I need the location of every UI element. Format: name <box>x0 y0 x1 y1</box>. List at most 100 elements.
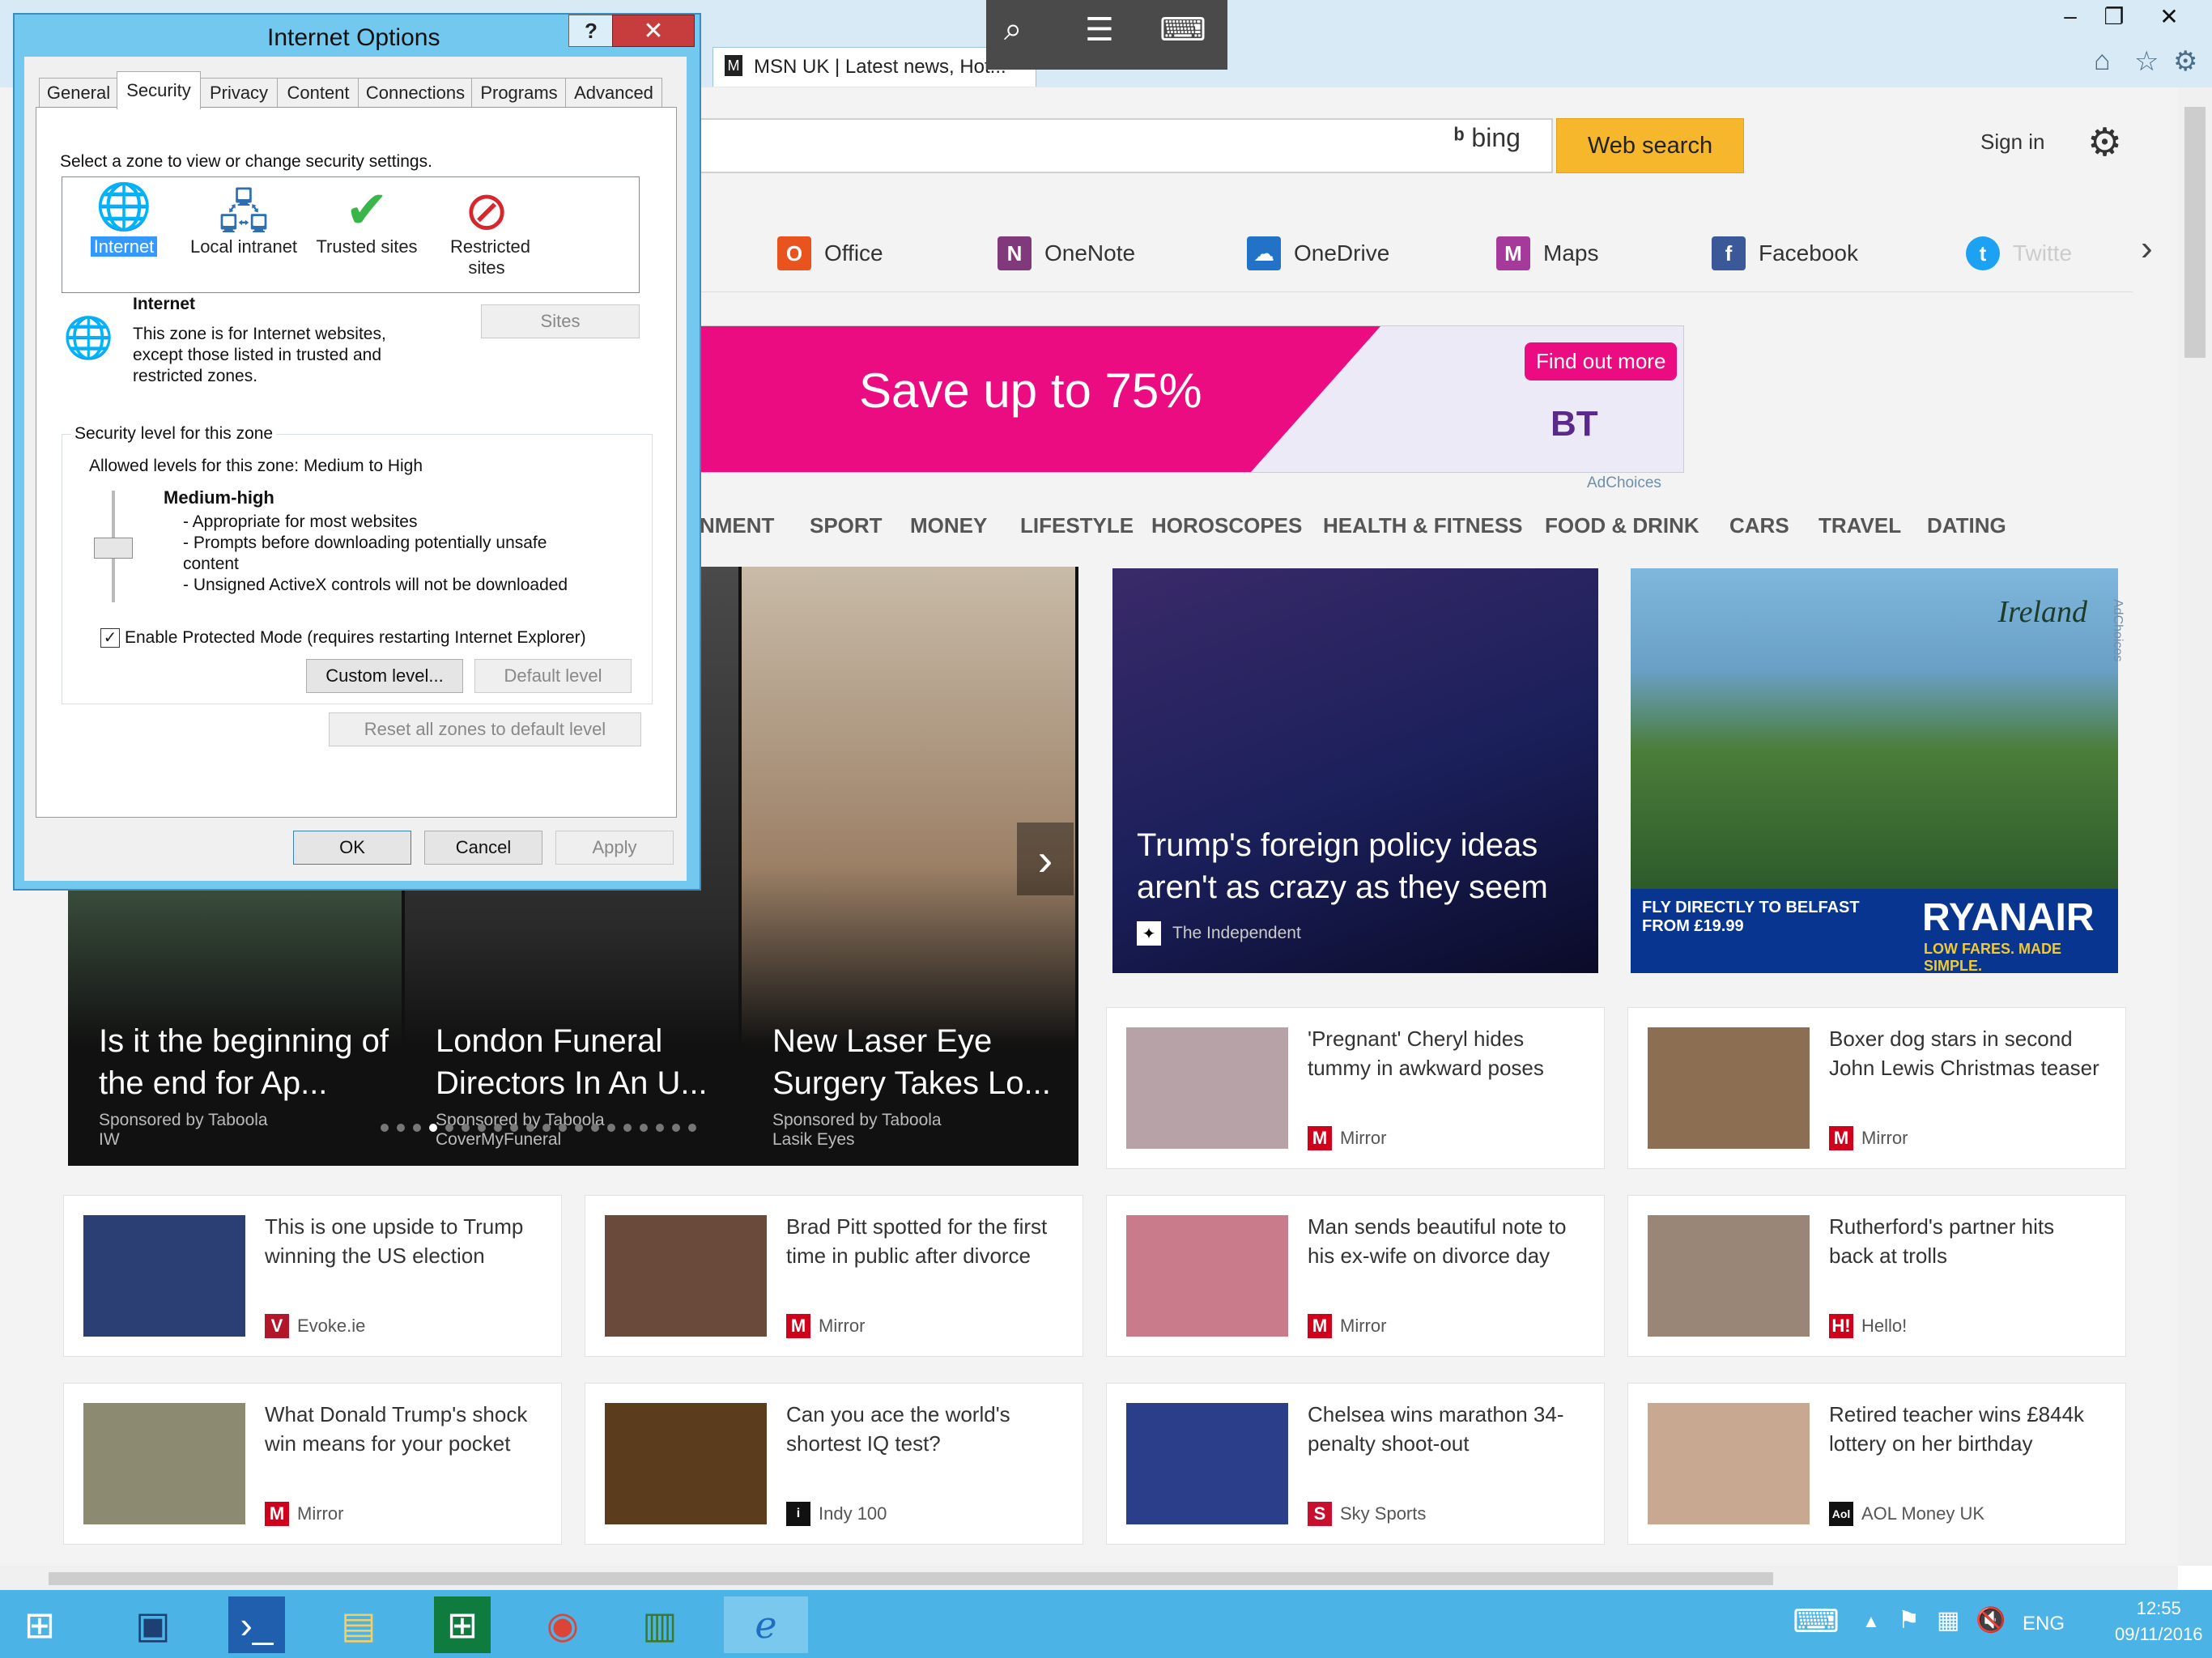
news-card[interactable]: Rutherford's partner hits back at trolls… <box>1627 1195 2126 1357</box>
tab-connections[interactable]: Connections <box>358 78 473 108</box>
tab-programs[interactable]: Programs <box>471 78 567 108</box>
nav-lifestyle[interactable]: LIFESTYLE <box>1020 513 1134 538</box>
home-icon[interactable]: ⌂ <box>2094 45 2111 77</box>
app-link-onenote[interactable]: N OneNote <box>998 236 1135 270</box>
zone-local-intranet[interactable]: 🖧 Local intranet <box>183 180 304 257</box>
tray-chevron-icon[interactable]: ▲ <box>1862 1611 1880 1632</box>
security-slider-thumb[interactable] <box>94 538 133 559</box>
mirror-logo-icon: M <box>1308 1126 1332 1150</box>
adchoices-link[interactable]: AdChoices <box>1587 474 1661 492</box>
ryanair-ad[interactable]: Ireland FLY DIRECTLY TO BELFAST FROM £19… <box>1631 568 2118 973</box>
nav-money[interactable]: MONEY <box>910 513 987 538</box>
adchoices-vertical-link[interactable]: AdChoices <box>2110 599 2125 661</box>
powershell-icon[interactable]: ›_ <box>228 1596 285 1653</box>
internet-explorer-icon[interactable]: ℯ <box>724 1596 808 1653</box>
search-input[interactable] <box>700 118 1553 173</box>
clock[interactable]: 12:55 09/11/2016 <box>2115 1598 2202 1645</box>
card-source: M Mirror <box>265 1502 343 1526</box>
news-card[interactable]: Chelsea wins marathon 34-penalty shoot-o… <box>1106 1383 1605 1545</box>
card-source-label: Mirror <box>1861 1128 1908 1148</box>
speaker-icon[interactable]: 🔇 <box>1976 1606 2006 1635</box>
app-link-twitter[interactable]: t Twitte <box>1966 236 2072 270</box>
bt-ad-banner[interactable]: Save up to 75% Find out more BT <box>700 325 1684 473</box>
horizontal-scrollbar[interactable] <box>0 1566 2178 1590</box>
keyboard-icon[interactable]: ⌨ <box>1159 11 1206 49</box>
news-card[interactable]: Man sends beautiful note to his ex-wife … <box>1106 1195 1605 1357</box>
star-icon[interactable]: ☆ <box>2134 45 2159 78</box>
thumbnail <box>1648 1027 1810 1149</box>
news-card[interactable]: Brad Pitt spotted for the first time in … <box>585 1195 1083 1357</box>
cancel-button[interactable]: Cancel <box>424 831 542 865</box>
carousel-dots[interactable] <box>381 1124 696 1132</box>
minimize-button[interactable]: – <box>2045 0 2095 32</box>
zoom-icon[interactable]: ⌕ <box>1004 11 1022 48</box>
help-button[interactable]: ? <box>568 15 614 47</box>
nav-sport[interactable]: SPORT <box>810 513 883 538</box>
menu-icon[interactable]: ☰ <box>1085 11 1114 49</box>
file-explorer-icon[interactable]: ▤ <box>330 1596 387 1653</box>
scrollbar-thumb[interactable] <box>2184 107 2206 358</box>
touch-keyboard-icon[interactable]: ⌨ <box>1793 1603 1840 1640</box>
evoke-logo-icon: V <box>265 1314 289 1338</box>
carousel-next-chevron-icon[interactable]: › <box>1017 823 1074 895</box>
nav-dating[interactable]: DATING <box>1927 513 2006 538</box>
store-icon[interactable]: ⊞ <box>434 1596 491 1653</box>
windows-start-icon[interactable]: ⊞ <box>11 1596 68 1653</box>
web-search-button[interactable]: Web search <box>1556 118 1744 173</box>
zone-restricted-sites[interactable]: ⊘ Restricted sites <box>426 180 547 278</box>
security-level-group-label: Security level for this zone <box>71 424 277 444</box>
news-card[interactable]: 'Pregnant' Cheryl hides tummy in awkward… <box>1106 1007 1605 1169</box>
intranet-icon: 🖧 <box>218 186 270 237</box>
news-card[interactable]: What Donald Trump's shock win means for … <box>63 1383 562 1545</box>
default-level-button[interactable]: Default level <box>474 659 632 693</box>
feature-story[interactable]: Trump's foreign policy ideas aren't as c… <box>1112 568 1598 973</box>
protected-mode-checkbox[interactable]: ✓ <box>100 628 120 648</box>
vertical-scrollbar[interactable] <box>2178 87 2212 1566</box>
flag-icon[interactable]: ⚑ <box>1898 1606 1920 1635</box>
nav-food-drink[interactable]: FOOD & DRINK <box>1545 513 1699 538</box>
find-out-more-button[interactable]: Find out more <box>1525 342 1678 380</box>
news-card[interactable]: Can you ace the world's shortest IQ test… <box>585 1383 1083 1545</box>
reset-all-zones-button[interactable]: Reset all zones to default level <box>329 712 641 746</box>
nav-health-fitness[interactable]: HEALTH & FITNESS <box>1323 513 1523 538</box>
settings-gear-icon[interactable]: ⚙ <box>2087 120 2122 165</box>
utility-icon[interactable]: ▥ <box>632 1596 688 1653</box>
tab-advanced[interactable]: Advanced <box>565 78 662 108</box>
tab-general[interactable]: General <box>39 78 118 108</box>
hello-logo-icon: H! <box>1829 1314 1853 1338</box>
app-link-onedrive[interactable]: ☁ OneDrive <box>1247 236 1389 270</box>
apps-next-chevron-icon[interactable]: › <box>2141 228 2153 269</box>
language-indicator[interactable]: ENG <box>2023 1613 2065 1635</box>
app-link-office[interactable]: O Office <box>777 236 883 270</box>
tab-security[interactable]: Security <box>117 71 201 109</box>
zone-internet[interactable]: 🌐 Internet <box>63 180 185 257</box>
nav-travel[interactable]: TRAVEL <box>1819 513 1901 538</box>
tab-content[interactable]: Content <box>277 78 359 108</box>
nav-horoscopes[interactable]: HOROSCOPES <box>1151 513 1302 538</box>
restore-button[interactable]: ❐ <box>2089 0 2139 32</box>
close-window-button[interactable]: ✕ <box>2144 0 2194 32</box>
nav-cars[interactable]: CARS <box>1729 513 1789 538</box>
chrome-icon[interactable]: ◉ <box>534 1596 591 1653</box>
sites-button[interactable]: Sites <box>481 304 640 338</box>
news-card[interactable]: This is one upside to Trump winning the … <box>63 1195 562 1357</box>
app-link-maps[interactable]: M Maps <box>1496 236 1598 270</box>
news-card[interactable]: Retired teacher wins £844k lottery on he… <box>1627 1383 2126 1545</box>
nav-entertainment[interactable]: NMENT <box>700 513 774 538</box>
sign-in-link[interactable]: Sign in <box>1980 130 2045 155</box>
news-card[interactable]: Boxer dog stars in second John Lewis Chr… <box>1627 1007 2126 1169</box>
gear-icon[interactable]: ⚙ <box>2173 45 2197 78</box>
tab-privacy[interactable]: Privacy <box>199 78 279 108</box>
custom-level-button[interactable]: Custom level... <box>306 659 463 693</box>
zone-trusted-sites[interactable]: ✔ Trusted sites <box>306 180 428 257</box>
bt-logo: BT <box>1551 404 1598 444</box>
server-manager-icon[interactable]: ▣ <box>125 1596 181 1653</box>
apply-button[interactable]: Apply <box>555 831 674 865</box>
network-icon[interactable]: ▦ <box>1937 1606 1959 1635</box>
card-source: V Evoke.ie <box>265 1314 365 1338</box>
ok-button[interactable]: OK <box>293 831 411 865</box>
thumbnail <box>1126 1215 1288 1337</box>
scrollbar-thumb[interactable] <box>49 1572 1773 1585</box>
dialog-close-button[interactable]: ✕ <box>612 15 695 47</box>
app-link-facebook[interactable]: f Facebook <box>1712 236 1858 270</box>
